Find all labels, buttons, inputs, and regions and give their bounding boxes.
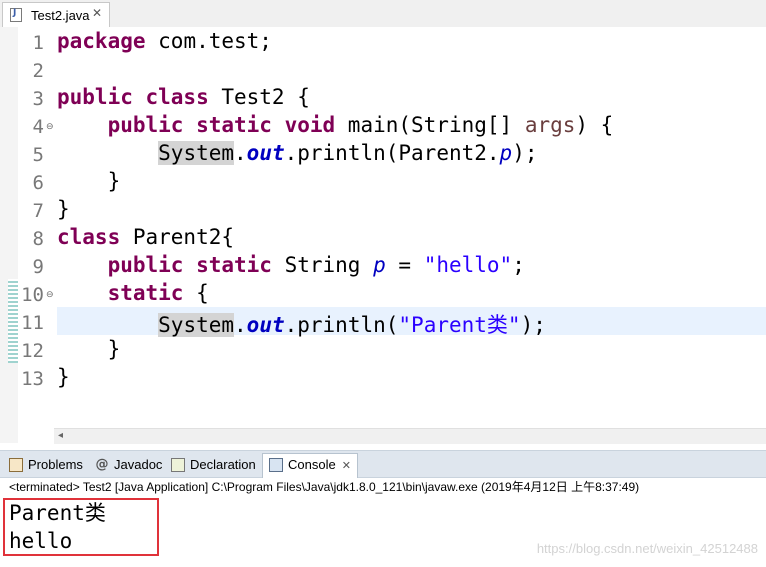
- code-text: Test2 {: [208, 85, 310, 109]
- line-number: 4: [32, 116, 44, 138]
- static-field: out: [246, 141, 285, 165]
- code-line-5[interactable]: System.out.println(Parent2.p);: [57, 141, 538, 169]
- line-number: 5: [32, 144, 44, 166]
- tab-problems[interactable]: Problems: [9, 454, 83, 476]
- keyword: public class: [57, 85, 209, 109]
- code-line-12[interactable]: }: [57, 337, 121, 365]
- line-number: 13: [21, 368, 44, 390]
- problems-icon: [9, 457, 23, 472]
- line-number: 10: [21, 284, 44, 306]
- code-text: .println(: [284, 313, 399, 337]
- code-line-10[interactable]: static {: [57, 281, 209, 309]
- line-number: 2: [32, 60, 44, 82]
- code-line-13[interactable]: }: [57, 365, 70, 393]
- declaration-icon: [171, 457, 185, 472]
- code-text: ) {: [575, 113, 614, 137]
- fold-collapse-icon[interactable]: ⊖: [46, 113, 54, 141]
- overview-ruler: [0, 27, 18, 443]
- keyword: class: [57, 225, 121, 249]
- line-number: 3: [32, 88, 44, 110]
- javadoc-icon: @: [95, 456, 109, 472]
- tab-javadoc[interactable]: @ Javadoc: [95, 454, 163, 476]
- keyword: static: [107, 281, 184, 305]
- scroll-left-icon[interactable]: ◂: [58, 430, 63, 441]
- bottom-panel-tab-bar: Problems @ Javadoc Declaration Console ✕: [0, 450, 766, 478]
- line-number: 7: [32, 200, 44, 222]
- code-line-3[interactable]: public class Test2 {: [57, 85, 310, 113]
- close-icon[interactable]: ✕: [342, 459, 351, 472]
- line-number-gutter: 1 2 3 4 ⊖ 5 6 7 8 9 10 ⊖ 11 12 13: [18, 27, 54, 443]
- line-number: 8: [32, 228, 44, 250]
- code-text: );: [520, 313, 546, 337]
- keyword: public static void: [107, 113, 336, 137]
- code-text: .: [234, 313, 247, 337]
- highlight-box: [3, 498, 159, 556]
- code-text: );: [512, 141, 538, 165]
- tab-declaration[interactable]: Declaration: [171, 454, 256, 476]
- line-number: 12: [21, 340, 44, 362]
- code-text: .: [234, 141, 247, 165]
- line-number: 6: [32, 172, 44, 194]
- tab-label: Declaration: [190, 457, 256, 472]
- static-field: out: [246, 313, 285, 337]
- tab-label: Javadoc: [114, 457, 163, 472]
- static-field: p: [373, 253, 386, 277]
- change-marker: [8, 279, 18, 363]
- code-line-11[interactable]: System.out.println("Parent类");: [57, 309, 546, 337]
- editor-tab[interactable]: Test2.java ✕: [2, 2, 110, 27]
- keyword: package: [57, 29, 146, 53]
- occurrence-highlight: System: [158, 313, 235, 337]
- code-line-6[interactable]: }: [57, 169, 121, 197]
- editor-tab-title: Test2.java: [31, 8, 90, 23]
- static-field: p: [499, 141, 513, 165]
- code-line-4[interactable]: public static void main(String[] args) {: [57, 113, 614, 141]
- code-text: .println(Parent2.: [284, 141, 500, 165]
- line-number: 11: [21, 312, 44, 334]
- watermark: https://blog.csdn.net/weixin_42512488: [536, 541, 758, 556]
- code-text: String: [271, 253, 374, 277]
- occurrence-highlight: System: [158, 141, 235, 165]
- code-line-8[interactable]: class Parent2{: [57, 225, 234, 253]
- code-text: com.test;: [145, 29, 272, 53]
- parameter: args: [524, 113, 576, 137]
- code-line-7[interactable]: }: [57, 197, 70, 225]
- tab-label: Console: [288, 457, 336, 472]
- code-line-1[interactable]: package com.test;: [57, 29, 272, 57]
- code-line-9[interactable]: public static String p = "hello";: [57, 253, 525, 281]
- line-number: 1: [32, 32, 44, 54]
- code-text: {: [183, 281, 209, 305]
- string-literal: "Parent类": [398, 313, 521, 337]
- code-editor[interactable]: 1 2 3 4 ⊖ 5 6 7 8 9 10 ⊖ 11 12 13 packag…: [0, 27, 766, 444]
- editor-tab-bar: Test2.java ✕: [0, 0, 766, 27]
- console-icon: [269, 457, 283, 472]
- horizontal-scrollbar[interactable]: ◂: [54, 428, 766, 444]
- tab-label: Problems: [28, 457, 83, 472]
- close-icon[interactable]: ✕: [92, 6, 102, 20]
- line-number: 9: [32, 256, 44, 278]
- code-text: Parent2{: [120, 225, 235, 249]
- keyword: public static: [107, 253, 272, 277]
- fold-collapse-icon[interactable]: ⊖: [46, 281, 54, 309]
- console-status: <terminated> Test2 [Java Application] C:…: [0, 478, 766, 497]
- code-text: =: [385, 253, 424, 277]
- code-text: ;: [512, 253, 525, 277]
- string-literal: "hello": [423, 253, 513, 277]
- tab-console[interactable]: Console ✕: [262, 453, 358, 478]
- code-text: main(String[]: [335, 113, 525, 137]
- java-file-icon: [10, 8, 22, 22]
